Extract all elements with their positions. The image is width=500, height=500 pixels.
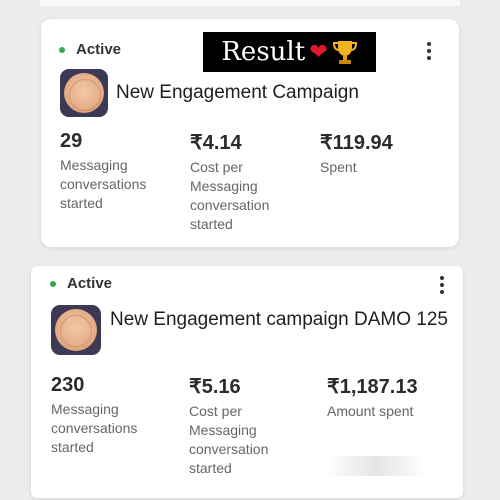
result-text: Result: [221, 37, 306, 67]
active-dot-icon: [50, 280, 56, 287]
metric-value: ₹5.16: [189, 376, 241, 398]
trophy-icon: [332, 41, 357, 64]
metric-value: ₹119.94: [320, 132, 393, 154]
status-label: Active: [67, 275, 113, 292]
more-options-icon[interactable]: [426, 42, 432, 60]
campaign-thumbnail: [60, 69, 108, 117]
campaign-thumbnail: [51, 305, 101, 355]
active-dot-icon: [59, 46, 65, 53]
previous-card-edge: [40, 0, 460, 6]
blurred-region: [326, 456, 426, 476]
campaign-name[interactable]: New Engagement campaign DAMO 125: [110, 308, 450, 332]
metric-cost-per-result: ₹4.14 Cost per Messaging conversation st…: [190, 130, 290, 234]
metric-label: Cost per Messaging conversation started: [189, 403, 269, 476]
metric-spent: ₹119.94 Spent: [320, 130, 440, 177]
more-options-icon[interactable]: [439, 276, 445, 294]
metric-label: Spent: [320, 159, 357, 175]
metric-value: 29: [60, 130, 83, 152]
metric-value: 230: [51, 374, 85, 396]
metric-label: Amount spent: [327, 403, 414, 419]
metric-results: 29 Messaging conversations started: [60, 130, 175, 213]
heart-icon: ❤: [309, 39, 328, 64]
metric-amount-spent: ₹1,187.13 Amount spent: [327, 374, 452, 421]
metric-value: ₹1,187.13: [327, 376, 418, 398]
status-indicator: Active: [50, 275, 112, 292]
status-indicator: Active: [59, 41, 121, 58]
metric-cost-per-result: ₹5.16 Cost per Messaging conversation st…: [189, 374, 294, 478]
status-label: Active: [76, 41, 122, 58]
result-overlay-banner: Result ❤: [203, 32, 376, 72]
campaign-name[interactable]: New Engagement Campaign: [116, 81, 436, 105]
metric-label: Messaging conversations started: [51, 401, 138, 455]
metric-results: 230 Messaging conversations started: [51, 374, 171, 457]
metric-label: Cost per Messaging conversation started: [190, 159, 270, 232]
metric-label: Messaging conversations started: [60, 157, 147, 211]
metric-value: ₹4.14: [190, 132, 242, 154]
